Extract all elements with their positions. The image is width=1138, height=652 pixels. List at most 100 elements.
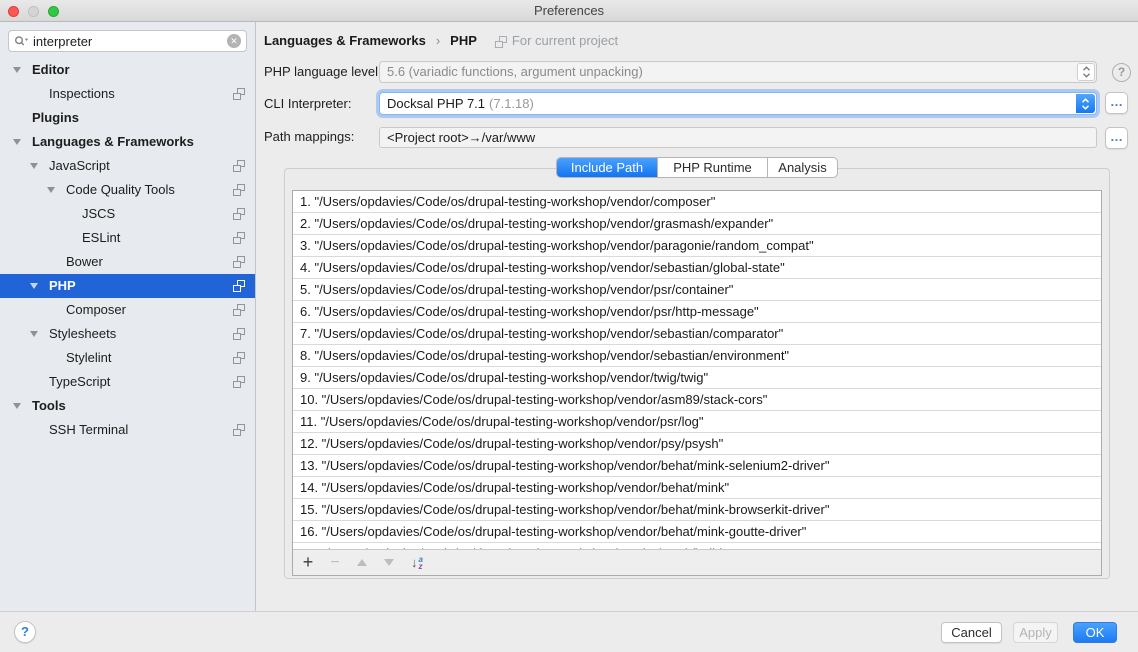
- sidebar-item-label: ESLint: [82, 226, 120, 250]
- per-project-icon: [495, 36, 507, 48]
- per-project-icon: [233, 208, 245, 220]
- tab-php-runtime[interactable]: PHP Runtime: [657, 158, 767, 177]
- sort-az-icon: [419, 556, 423, 570]
- include-path-row[interactable]: 7. "/Users/opdavies/Code/os/drupal-testi…: [293, 323, 1101, 345]
- sidebar-item-typescript[interactable]: TypeScript: [0, 370, 255, 394]
- cli-interpreter-version: (7.1.18): [489, 96, 534, 111]
- per-project-icon: [233, 88, 245, 100]
- sidebar-item-label: Code Quality Tools: [66, 178, 175, 202]
- sidebar-item-eslint[interactable]: ESLint: [0, 226, 255, 250]
- sidebar-item-label: Inspections: [49, 82, 115, 106]
- help-icon-small[interactable]: [1112, 63, 1131, 82]
- move-down-button[interactable]: [380, 554, 398, 572]
- tab-analysis[interactable]: Analysis: [767, 158, 837, 177]
- stepper-arrows-icon[interactable]: [1077, 63, 1095, 81]
- per-project-icon: [233, 184, 245, 196]
- badge-label: For current project: [512, 33, 618, 48]
- chevron-down-icon[interactable]: [13, 403, 21, 409]
- cancel-button[interactable]: Cancel: [941, 622, 1002, 643]
- sidebar-item-composer[interactable]: Composer: [0, 298, 255, 322]
- sidebar-item-code-quality-tools[interactable]: Code Quality Tools: [0, 178, 255, 202]
- chevron-down-icon[interactable]: [30, 331, 38, 337]
- per-project-icon: [233, 328, 245, 340]
- list-toolbar: ↓: [293, 549, 1101, 575]
- path-mappings-field[interactable]: <Project root>→/var/www: [379, 127, 1097, 148]
- include-path-row[interactable]: 9. "/Users/opdavies/Code/os/drupal-testi…: [293, 367, 1101, 389]
- sidebar-item-editor[interactable]: Editor: [0, 58, 255, 82]
- stepper-arrows-icon[interactable]: [1076, 94, 1095, 113]
- cli-interpreter-browse-button[interactable]: [1105, 92, 1128, 114]
- sidebar-item-stylesheets[interactable]: Stylesheets: [0, 322, 255, 346]
- move-up-button[interactable]: [353, 554, 371, 572]
- sidebar-item-ssh-terminal[interactable]: SSH Terminal: [0, 418, 255, 442]
- chevron-down-icon[interactable]: [13, 67, 21, 73]
- include-path-row[interactable]: 13. "/Users/opdavies/Code/os/drupal-test…: [293, 455, 1101, 477]
- sidebar-item-tools[interactable]: Tools: [0, 394, 255, 418]
- path-mappings-browse-button[interactable]: [1105, 127, 1128, 149]
- sidebar-item-label: Composer: [66, 298, 126, 322]
- sidebar-item-label: PHP: [49, 274, 76, 298]
- search-box[interactable]: [8, 30, 247, 52]
- ok-button[interactable]: OK: [1073, 622, 1117, 643]
- sidebar-item-javascript[interactable]: JavaScript: [0, 154, 255, 178]
- include-path-list: 1. "/Users/opdavies/Code/os/drupal-testi…: [292, 190, 1102, 576]
- tab-include-path[interactable]: Include Path: [557, 158, 657, 177]
- plus-icon: [303, 554, 314, 571]
- sidebar-item-inspections[interactable]: Inspections: [0, 82, 255, 106]
- include-path-row[interactable]: 6. "/Users/opdavies/Code/os/drupal-testi…: [293, 301, 1101, 323]
- sidebar-item-php[interactable]: PHP: [0, 274, 255, 298]
- include-path-row[interactable]: 4. "/Users/opdavies/Code/os/drupal-testi…: [293, 257, 1101, 279]
- include-path-row[interactable]: 8. "/Users/opdavies/Code/os/drupal-testi…: [293, 345, 1101, 367]
- chevron-down-icon[interactable]: [30, 283, 38, 289]
- chevron-down-icon[interactable]: [47, 187, 55, 193]
- sidebar-item-bower[interactable]: Bower: [0, 250, 255, 274]
- add-button[interactable]: [299, 554, 317, 572]
- search-input[interactable]: [33, 34, 227, 49]
- sidebar-item-plugins[interactable]: Plugins: [0, 106, 255, 130]
- sidebar-item-label: Stylesheets: [49, 322, 116, 346]
- include-path-row[interactable]: 11. "/Users/opdavies/Code/os/drupal-test…: [293, 411, 1101, 433]
- include-path-rows: 1. "/Users/opdavies/Code/os/drupal-testi…: [293, 191, 1101, 551]
- sidebar-item-label: JSCS: [82, 202, 115, 226]
- help-button[interactable]: [14, 621, 36, 643]
- breadcrumb: Languages & Frameworks › PHP For current…: [264, 33, 618, 48]
- settings-sidebar: EditorInspectionsPluginsLanguages & Fram…: [0, 22, 256, 611]
- sort-alphabetically-button[interactable]: ↓: [411, 555, 423, 570]
- include-path-row[interactable]: 12. "/Users/opdavies/Code/os/drupal-test…: [293, 433, 1101, 455]
- breadcrumb-separator: ›: [434, 33, 442, 48]
- per-project-icon: [233, 304, 245, 316]
- chevron-down-icon[interactable]: [13, 139, 21, 145]
- sort-arrow-icon: ↓: [411, 555, 418, 570]
- remove-button[interactable]: [326, 554, 344, 572]
- window-title: Preferences: [0, 3, 1138, 18]
- include-path-row[interactable]: 1. "/Users/opdavies/Code/os/drupal-testi…: [293, 191, 1101, 213]
- cli-interpreter-select[interactable]: Docksal PHP 7.1 (7.1.18): [379, 92, 1097, 115]
- tab-bar: Include PathPHP RuntimeAnalysis: [556, 157, 838, 178]
- sidebar-item-stylelint[interactable]: Stylelint: [0, 346, 255, 370]
- for-current-project-badge: For current project: [495, 33, 618, 48]
- language-level-value: 5.6 (variadic functions, argument unpack…: [387, 64, 643, 79]
- include-path-row[interactable]: 3. "/Users/opdavies/Code/os/drupal-testi…: [293, 235, 1101, 257]
- language-level-select[interactable]: 5.6 (variadic functions, argument unpack…: [379, 61, 1097, 83]
- sidebar-item-label: SSH Terminal: [49, 418, 128, 442]
- settings-tree: EditorInspectionsPluginsLanguages & Fram…: [0, 58, 255, 442]
- include-path-row[interactable]: 16. "/Users/opdavies/Code/os/drupal-test…: [293, 521, 1101, 543]
- sidebar-item-label: Languages & Frameworks: [32, 130, 194, 154]
- path-mappings-label: Path mappings:: [264, 129, 354, 144]
- include-path-row[interactable]: 15. "/Users/opdavies/Code/os/drupal-test…: [293, 499, 1101, 521]
- sidebar-item-jscs[interactable]: JSCS: [0, 202, 255, 226]
- include-path-row[interactable]: 10. "/Users/opdavies/Code/os/drupal-test…: [293, 389, 1101, 411]
- per-project-icon: [233, 424, 245, 436]
- chevron-down-icon[interactable]: [30, 163, 38, 169]
- sidebar-item-languages-frameworks[interactable]: Languages & Frameworks: [0, 130, 255, 154]
- apply-button[interactable]: Apply: [1013, 622, 1058, 643]
- clear-search-icon[interactable]: [227, 34, 241, 48]
- include-path-panel: 1. "/Users/opdavies/Code/os/drupal-testi…: [284, 168, 1110, 579]
- include-path-row[interactable]: 2. "/Users/opdavies/Code/os/drupal-testi…: [293, 213, 1101, 235]
- cli-interpreter-value: Docksal PHP 7.1: [387, 96, 485, 111]
- per-project-icon: [233, 280, 245, 292]
- breadcrumb-languages-frameworks[interactable]: Languages & Frameworks: [264, 33, 426, 48]
- include-path-row[interactable]: 5. "/Users/opdavies/Code/os/drupal-testi…: [293, 279, 1101, 301]
- per-project-icon: [233, 256, 245, 268]
- include-path-row[interactable]: 14. "/Users/opdavies/Code/os/drupal-test…: [293, 477, 1101, 499]
